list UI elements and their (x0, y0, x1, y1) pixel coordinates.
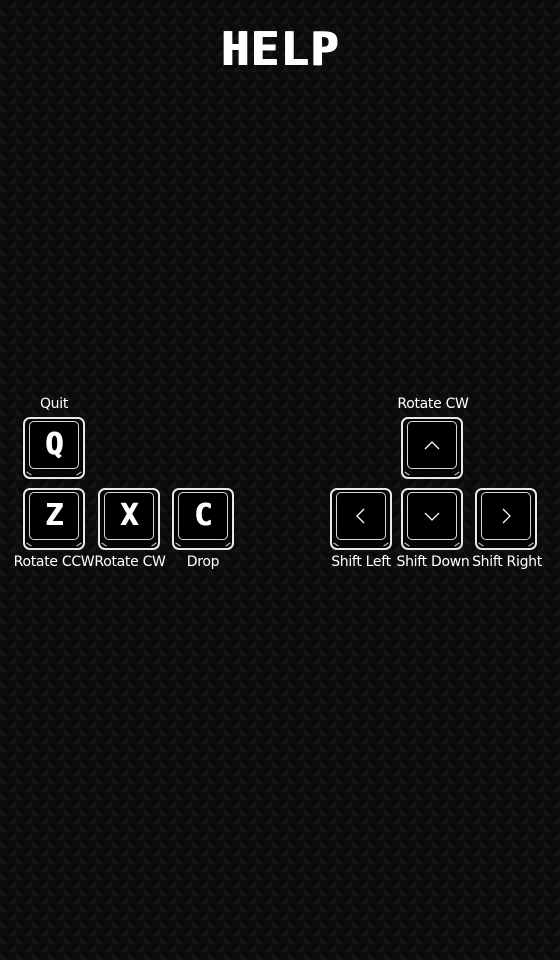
key-down-face (407, 492, 457, 540)
key-q-letter: Q (44, 427, 64, 462)
key-bevel (333, 542, 339, 547)
key-z[interactable]: Z (23, 488, 85, 550)
key-right-face (481, 492, 531, 540)
key-left-label: Shift Left (331, 554, 391, 570)
key-bevel (26, 471, 32, 476)
key-left-face (336, 492, 386, 540)
page-title: HELP (220, 22, 340, 76)
key-z-letter: Z (44, 498, 64, 533)
key-bevel (528, 542, 534, 547)
arrow-down-icon (424, 512, 440, 521)
key-c-face: C (178, 492, 228, 540)
key-c-label: Drop (186, 554, 220, 570)
key-z-label: Rotate CCW (13, 554, 95, 570)
key-bevel (26, 542, 32, 547)
key-bevel (404, 542, 410, 547)
key-up[interactable] (401, 417, 463, 479)
key-x-label: Rotate CW (94, 554, 166, 570)
key-bevel (101, 542, 107, 547)
key-bevel (404, 471, 410, 476)
arrow-up-icon (424, 441, 440, 450)
key-bevel (76, 542, 82, 547)
key-bevel (76, 471, 82, 476)
key-bevel (454, 542, 460, 547)
key-down[interactable] (401, 488, 463, 550)
key-down-label: Shift Down (396, 554, 470, 570)
key-q-face: Q (29, 421, 79, 469)
key-c-letter: C (193, 498, 213, 533)
key-bevel (151, 542, 157, 547)
key-bevel (454, 471, 460, 476)
key-q[interactable]: Q (23, 417, 85, 479)
arrow-left-icon (356, 508, 365, 524)
key-z-face: Z (29, 492, 79, 540)
key-left[interactable] (330, 488, 392, 550)
key-x-letter: X (119, 498, 139, 533)
key-up-face (407, 421, 457, 469)
arrow-right-icon (502, 508, 511, 524)
key-bevel (175, 542, 181, 547)
key-right[interactable] (475, 488, 537, 550)
key-bevel (383, 542, 389, 547)
key-x[interactable]: X (98, 488, 160, 550)
key-bevel (225, 542, 231, 547)
key-c[interactable]: C (172, 488, 234, 550)
key-x-face: X (104, 492, 154, 540)
key-q-label: Quit (39, 396, 69, 412)
key-bevel (478, 542, 484, 547)
key-up-label: Rotate CW (397, 396, 469, 412)
key-right-label: Shift Right (472, 554, 542, 570)
